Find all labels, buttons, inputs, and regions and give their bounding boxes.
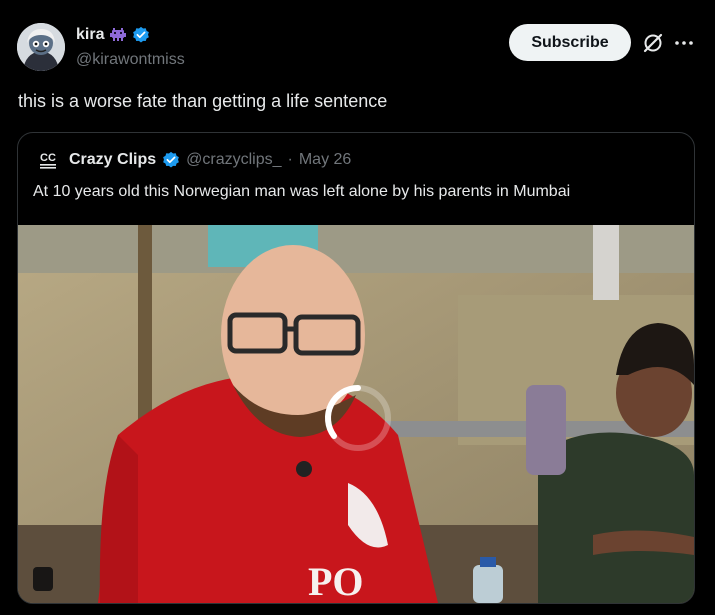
tweet-text: this is a worse fate than getting a life…: [18, 91, 388, 111]
shirt-text: PO: [308, 559, 364, 603]
verified-badge-icon[interactable]: [132, 26, 150, 44]
quoted-handle[interactable]: @crazyclips_: [186, 151, 281, 169]
loading-spinner-icon: [325, 385, 391, 451]
subscribe-button[interactable]: Subscribe: [509, 24, 631, 61]
quoted-tweet[interactable]: CC Crazy Clips @crazyclips_ · May 26 At …: [17, 132, 695, 604]
crazy-clips-logo-icon[interactable]: CC: [37, 149, 59, 171]
tweet: kira @kirawontmiss Subscribe this is a w…: [0, 0, 715, 615]
quoted-display-name[interactable]: Crazy Clips: [69, 151, 156, 169]
grok-icon[interactable]: [641, 31, 665, 55]
svg-text:CC: CC: [40, 152, 56, 164]
quoted-video[interactable]: PO: [18, 225, 694, 603]
quoted-verified-badge-icon[interactable]: [162, 151, 180, 169]
quoted-separator: ·: [287, 151, 293, 168]
quoted-text: At 10 years old this Norwegian man was l…: [33, 183, 571, 200]
author-display-name[interactable]: kira: [76, 26, 104, 44]
video-indicator-icon: [33, 567, 53, 591]
quoted-header: CC Crazy Clips @crazyclips_ · May 26: [37, 149, 351, 171]
more-icon[interactable]: [672, 31, 696, 55]
avatar[interactable]: [17, 23, 65, 71]
author-name-row[interactable]: kira: [76, 26, 150, 44]
alien-monster-icon: [110, 28, 127, 41]
avatar-image: [17, 23, 65, 71]
author-handle[interactable]: @kirawontmiss: [76, 51, 185, 69]
quoted-date[interactable]: May 26: [299, 151, 351, 169]
